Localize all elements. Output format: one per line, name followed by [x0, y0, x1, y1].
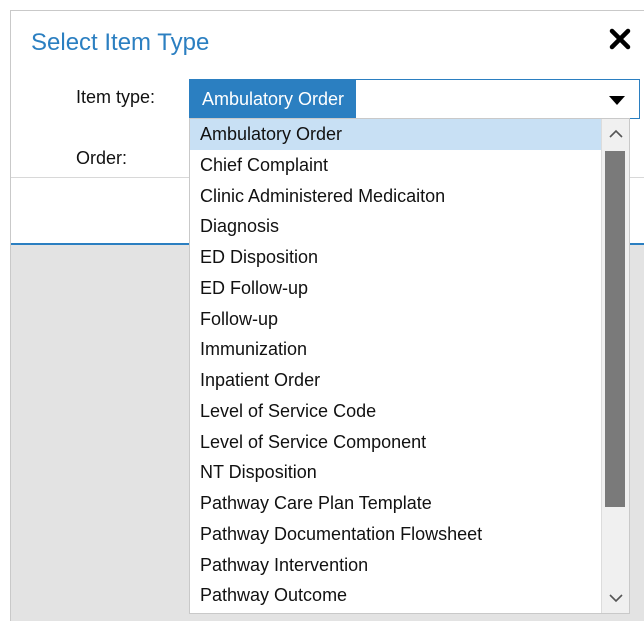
dropdown-option[interactable]: Diagnosis	[190, 211, 601, 242]
dropdown-option[interactable]: Pathway Outcome	[190, 580, 601, 611]
scroll-up-button[interactable]	[602, 119, 629, 149]
dropdown-option[interactable]: Chief Complaint	[190, 150, 601, 181]
item-type-select[interactable]: Ambulatory Order	[189, 79, 640, 119]
order-label: Order:	[76, 148, 128, 168]
dropdown-option[interactable]: Inpatient Order	[190, 365, 601, 396]
dialog-title: Select Item Type	[31, 29, 210, 56]
caret-down-icon	[609, 96, 625, 105]
close-icon	[609, 28, 631, 50]
scroll-down-button[interactable]	[602, 583, 629, 613]
dropdown-option[interactable]: Level of Service Code	[190, 396, 601, 427]
dropdown-option[interactable]: Follow-up	[190, 304, 601, 335]
dropdown-option[interactable]: Pathway Documentation Flowsheet	[190, 519, 601, 550]
item-type-selected-value: Ambulatory Order	[190, 80, 357, 118]
chevron-up-icon	[608, 129, 623, 138]
dropdown-option[interactable]: Level of Service Component	[190, 427, 601, 458]
close-button[interactable]	[608, 27, 632, 51]
dropdown-option[interactable]: ED Follow-up	[190, 273, 601, 304]
dropdown-option[interactable]: Ambulatory Order	[190, 119, 601, 150]
dropdown-option[interactable]: ED Disposition	[190, 242, 601, 273]
chevron-down-icon	[608, 594, 623, 603]
scrollbar-thumb[interactable]	[605, 151, 625, 507]
item-type-label: Item type:	[76, 87, 156, 107]
dropdown-scrollbar[interactable]	[601, 119, 629, 613]
dropdown-option[interactable]: Immunization	[190, 334, 601, 365]
dropdown-option[interactable]: Pathway Care Plan Template	[190, 488, 601, 519]
dropdown-option[interactable]: NT Disposition	[190, 457, 601, 488]
dropdown-option[interactable]: Pathway Intervention	[190, 550, 601, 581]
item-type-dropdown-list: Ambulatory Order Chief Complaint Clinic Ad…	[189, 118, 630, 614]
dropdown-option[interactable]: Clinic Administered Medicaiton	[190, 181, 601, 212]
